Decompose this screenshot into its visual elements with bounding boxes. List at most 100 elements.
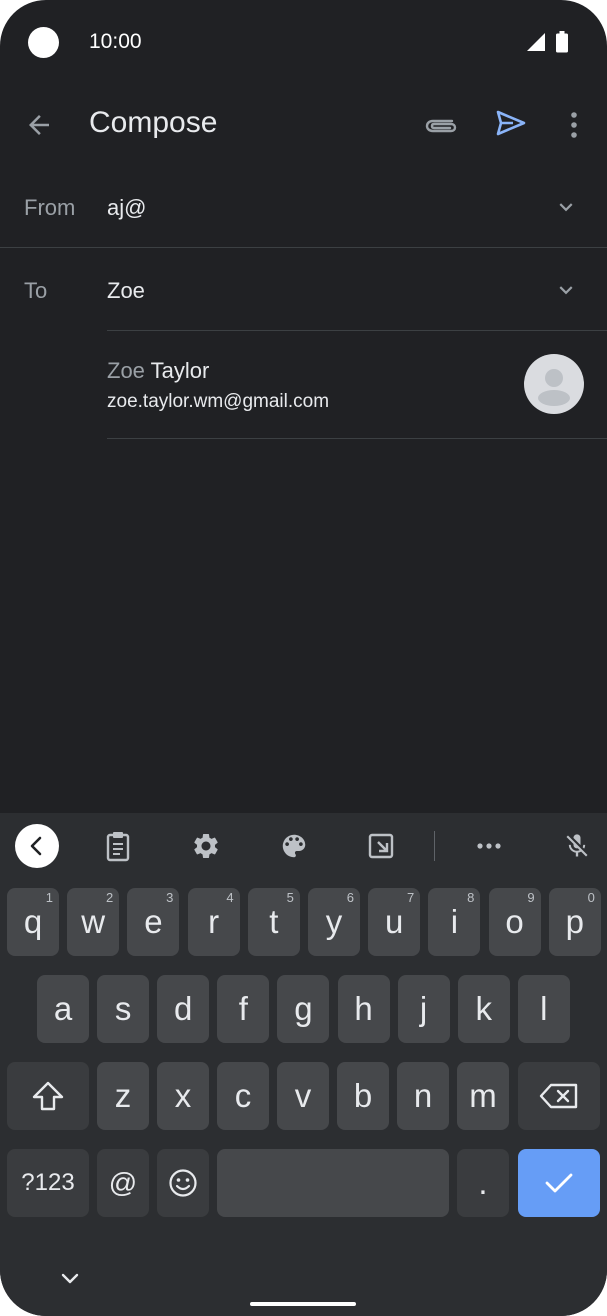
status-time: 10:00 xyxy=(89,30,142,53)
enter-key[interactable] xyxy=(518,1149,600,1217)
key-label: n xyxy=(413,1077,433,1114)
from-value[interactable]: aj@ xyxy=(107,195,146,221)
key-r[interactable]: r4 xyxy=(187,888,240,956)
key-y[interactable]: y6 xyxy=(308,888,360,956)
hide-keyboard-icon[interactable] xyxy=(60,1272,80,1286)
gear-icon[interactable] xyxy=(191,830,221,862)
key-g[interactable]: g xyxy=(277,975,330,1043)
period-key[interactable]: . xyxy=(457,1149,509,1217)
key-i[interactable]: i8 xyxy=(428,888,481,956)
key-o[interactable]: o9 xyxy=(488,888,541,956)
key-u[interactable]: u7 xyxy=(368,888,421,956)
key-m[interactable]: m xyxy=(457,1062,509,1130)
avatar xyxy=(524,354,584,414)
key-p[interactable]: p0 xyxy=(548,888,601,956)
backspace-icon xyxy=(539,1083,578,1109)
toolbar-divider xyxy=(434,831,435,861)
key-label: m xyxy=(469,1077,497,1114)
key-label: l xyxy=(540,990,548,1027)
from-label: From xyxy=(24,195,76,220)
key-hint: 9 xyxy=(527,890,535,905)
key-hint: 8 xyxy=(467,890,475,905)
key-label: f xyxy=(238,990,248,1027)
key-a[interactable]: a xyxy=(37,975,89,1043)
chevron-left-icon xyxy=(30,836,42,856)
mic-off-icon[interactable] xyxy=(563,830,591,862)
key-label: x xyxy=(174,1077,192,1114)
check-icon xyxy=(545,1173,573,1193)
key-q[interactable]: q1 xyxy=(7,888,59,956)
key-label: c xyxy=(234,1077,252,1114)
divider xyxy=(0,247,607,248)
send-icon[interactable] xyxy=(495,108,527,138)
key-label: e xyxy=(144,903,163,940)
clipboard-icon[interactable] xyxy=(105,830,131,862)
key-hint: 2 xyxy=(105,890,114,905)
key-d[interactable]: d xyxy=(157,975,210,1043)
key-s[interactable]: s xyxy=(97,975,150,1043)
suggestion-name-rest: Taylor xyxy=(144,358,210,383)
gesture-handle[interactable] xyxy=(250,1302,356,1306)
suggestion-name: Zoe Taylor xyxy=(107,358,209,384)
key-label: a xyxy=(53,990,73,1027)
emoji-key[interactable] xyxy=(157,1149,209,1217)
key-l[interactable]: l xyxy=(517,975,570,1043)
key-w[interactable]: w2 xyxy=(67,888,120,956)
key-f[interactable]: f xyxy=(217,975,270,1043)
key-z[interactable]: z xyxy=(97,1062,149,1130)
chevron-down-icon[interactable] xyxy=(553,277,579,303)
key-label: i xyxy=(450,903,459,940)
collapse-toolbar-button[interactable] xyxy=(15,824,59,868)
key-x[interactable]: x xyxy=(157,1062,209,1130)
key-hint: 3 xyxy=(166,890,174,905)
more-vert-icon[interactable] xyxy=(562,110,586,140)
key-label: b xyxy=(353,1077,373,1114)
shift-key[interactable] xyxy=(7,1062,89,1130)
divider xyxy=(107,330,607,331)
suggestion-name-match: Zoe xyxy=(107,358,145,383)
symbols-key[interactable]: ?123 xyxy=(7,1149,89,1217)
key-hint: 0 xyxy=(587,890,595,905)
key-h[interactable]: h xyxy=(337,975,390,1043)
key-label: j xyxy=(419,990,428,1027)
key-hint: 7 xyxy=(406,890,415,905)
keyboard-toolbar xyxy=(0,813,607,879)
soft-keyboard: q1w2e3r4t5y6u7i8o9p0 asdfghjkl zxcvbnm ?… xyxy=(0,813,607,1316)
key-label: g xyxy=(294,990,313,1027)
battery-icon xyxy=(556,31,568,53)
key-label: w xyxy=(81,903,106,940)
attach-icon[interactable] xyxy=(424,110,458,140)
key-b[interactable]: b xyxy=(337,1062,389,1130)
key-j[interactable]: j xyxy=(397,975,450,1043)
key-hint: 6 xyxy=(346,890,354,905)
space-key[interactable] xyxy=(217,1149,449,1217)
more-horiz-icon[interactable] xyxy=(474,830,504,862)
key-label: u xyxy=(385,903,404,940)
key-hint: 4 xyxy=(226,890,234,905)
key-hint: 5 xyxy=(286,890,294,905)
key-n[interactable]: n xyxy=(397,1062,449,1130)
to-input[interactable]: Zoe xyxy=(107,278,145,304)
key-c[interactable]: c xyxy=(217,1062,269,1130)
key-t[interactable]: t5 xyxy=(247,888,300,956)
back-arrow-icon[interactable] xyxy=(24,110,54,140)
key-k[interactable]: k xyxy=(457,975,510,1043)
key-e[interactable]: e3 xyxy=(127,888,180,956)
key-label: y xyxy=(325,903,343,940)
backspace-key[interactable] xyxy=(518,1062,600,1130)
key-label: t xyxy=(269,903,279,940)
key-label: p xyxy=(565,903,584,940)
chevron-down-icon[interactable] xyxy=(553,194,579,220)
palette-icon[interactable] xyxy=(279,830,309,862)
page-title: Compose xyxy=(89,106,218,139)
resize-icon[interactable] xyxy=(367,830,395,862)
person-icon xyxy=(538,369,570,406)
signal-icon xyxy=(527,33,545,51)
key-label: d xyxy=(174,990,193,1027)
key-hint: 1 xyxy=(45,890,53,905)
to-label: To xyxy=(24,278,48,303)
key-label: z xyxy=(114,1077,132,1114)
at-key[interactable]: @ xyxy=(97,1149,149,1217)
key-label: k xyxy=(475,990,492,1027)
key-v[interactable]: v xyxy=(277,1062,329,1130)
